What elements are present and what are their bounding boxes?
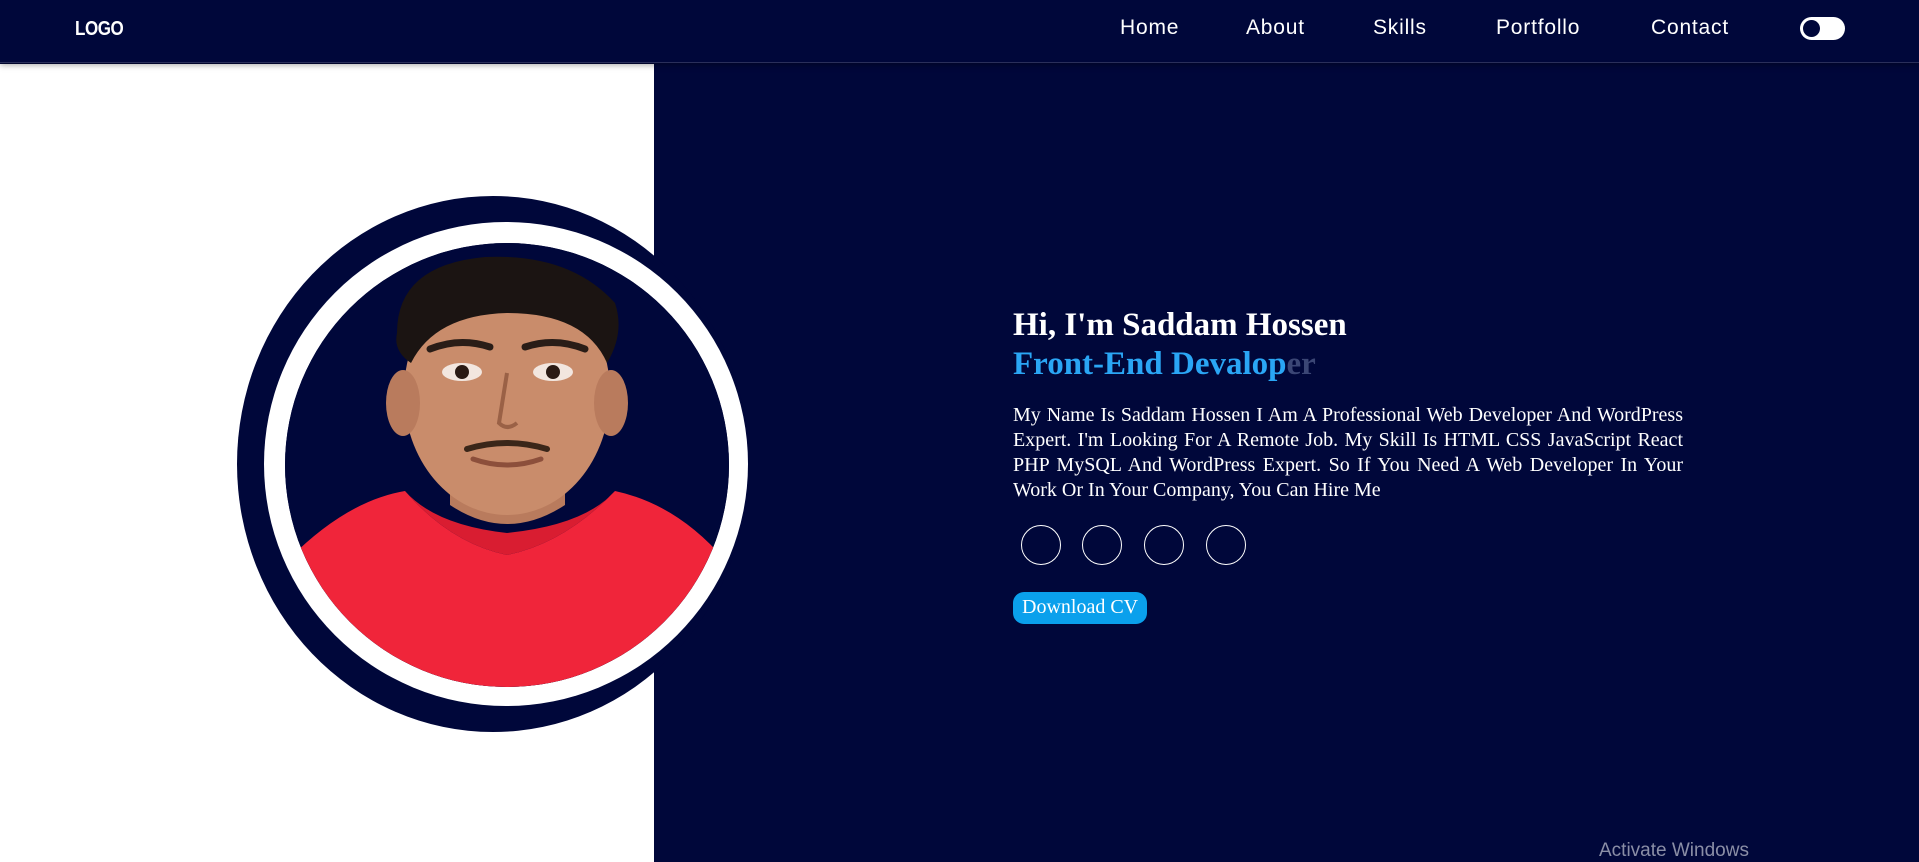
- nav-link-skills[interactable]: Skills: [1373, 16, 1427, 40]
- profile-portrait-illustration: [285, 243, 729, 687]
- download-cv-button[interactable]: Download CV: [1013, 592, 1148, 624]
- theme-toggle-switch-icon[interactable]: [1800, 17, 1845, 40]
- toggle-knob: [1803, 20, 1820, 37]
- hero-role: Front-End Devaloper: [1013, 345, 1683, 383]
- hero-greeting: Hi, I'm Saddam Hossen: [1013, 307, 1347, 343]
- profile-photo: [285, 243, 729, 687]
- nav-link-portfolio[interactable]: Portfollo: [1496, 16, 1580, 40]
- nav-links: Home About Skills Portfollo Contact: [0, 16, 1919, 46]
- hero-intro: Hi, I'm Saddam Hossen Front-End Devalope…: [1013, 305, 1683, 624]
- hero-role-typed: Front-End Devalop: [1013, 346, 1287, 382]
- social-icon[interactable]: [1082, 525, 1122, 565]
- nav-link-home[interactable]: Home: [1120, 16, 1179, 40]
- social-links: [1013, 525, 1683, 567]
- hero-bio: My Name Is Saddam Hossen I Am A Professi…: [1013, 404, 1683, 501]
- nav-link-about[interactable]: About: [1246, 16, 1305, 40]
- social-icon[interactable]: [1206, 525, 1246, 565]
- social-icon[interactable]: [1144, 525, 1184, 565]
- activate-windows-watermark: Activate Windows: [1599, 840, 1749, 861]
- social-icon[interactable]: [1021, 525, 1061, 565]
- hero-role-faded: er: [1286, 346, 1316, 382]
- top-navbar: LOGO Home About Skills Portfollo Contact: [0, 0, 1919, 63]
- nav-link-contact[interactable]: Contact: [1651, 16, 1729, 40]
